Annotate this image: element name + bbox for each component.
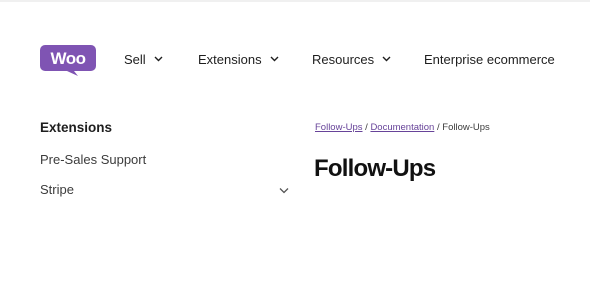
logo-text: Woo [50,49,85,68]
breadcrumb: Follow-Ups / Documentation / Follow-Ups [315,122,490,133]
page-title: Follow-Ups [314,155,436,182]
breadcrumb-separator: / [365,122,368,133]
breadcrumb-current: Follow-Ups [442,122,490,133]
breadcrumb-link-documentation[interactable]: Documentation [370,122,434,133]
nav-item-label: Resources [312,51,375,67]
nav-item-resources[interactable]: Resources [312,49,391,69]
sidebar-item-stripe[interactable]: Stripe [40,182,74,197]
chevron-down-icon [382,56,391,62]
nav-item-label: Extensions [198,51,262,67]
nav-item-sell[interactable]: Sell [124,49,163,69]
chevron-down-icon [154,56,163,62]
page: Woo Sell Extensions Resources Enterprise… [0,0,590,300]
breadcrumb-link-follow-ups[interactable]: Follow-Ups [315,122,363,133]
nav-item-extensions[interactable]: Extensions [198,49,279,69]
chevron-down-icon[interactable] [279,187,289,194]
woo-logo[interactable]: Woo [40,44,96,76]
nav-item-label: Sell [124,51,146,67]
sidebar-item-pre-sales-support[interactable]: Pre-Sales Support [40,152,146,167]
sidebar-heading: Extensions [40,120,113,135]
top-divider [0,0,590,2]
nav-item-label: Enterprise ecommerce [424,51,555,67]
breadcrumb-separator: / [436,122,440,133]
nav-item-enterprise-ecommerce[interactable]: Enterprise ecommerce [424,49,555,69]
chevron-down-icon [270,56,279,62]
